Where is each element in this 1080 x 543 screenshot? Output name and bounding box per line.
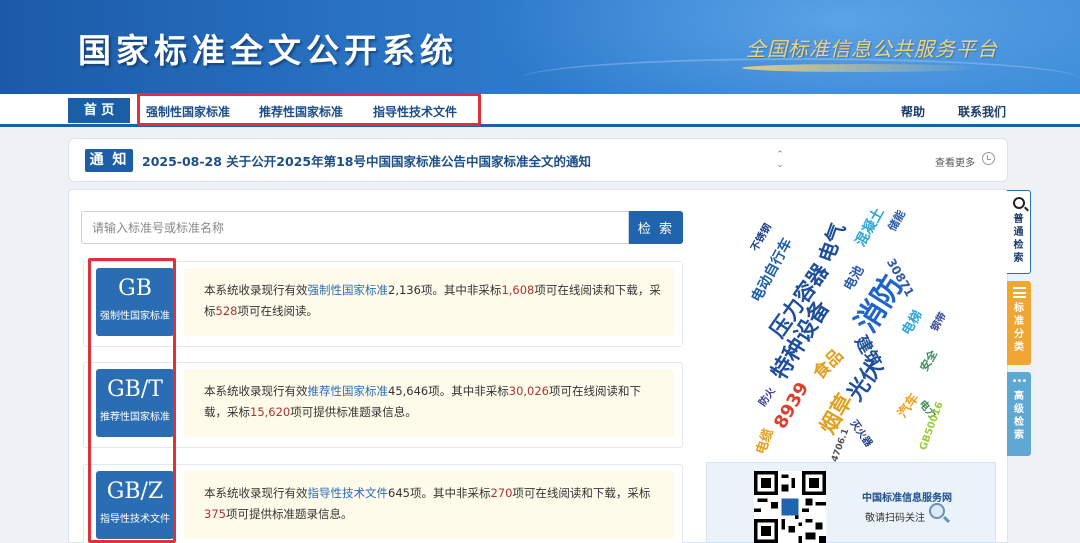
magnifier-icon [929, 503, 945, 519]
nav-contact[interactable]: 联系我们 [958, 103, 1006, 120]
side-tab-label: 标准分类 [1014, 303, 1024, 353]
list-icon [1012, 287, 1026, 298]
badge-highlight-box [88, 258, 176, 543]
search-button[interactable]: 检 索 [629, 211, 683, 244]
keyword-cloud: 不锈钢 电动自行车 电气 混凝土 储能 压力容器 电池 30871 消防 特种设… [720, 196, 1000, 463]
site-title: 国家标准全文公开系统 [78, 31, 458, 70]
keyword[interactable]: 食品 [806, 342, 848, 383]
search-input[interactable] [81, 211, 629, 244]
keyword[interactable]: 安全 [916, 347, 941, 374]
nav-recommended-standards[interactable]: 推荐性国家标准 [259, 103, 343, 120]
nav-help[interactable]: 帮助 [901, 103, 925, 120]
keyword[interactable]: 8939 [770, 379, 813, 433]
keyword[interactable]: 防火 [754, 384, 777, 409]
keyword[interactable]: 储能 [884, 207, 909, 234]
standard-description: 本系统收录现行有效推荐性国家标准45,646项。其中非采标30,026项可在线阅… [184, 369, 674, 437]
nav-mandatory-standards[interactable]: 强制性国家标准 [146, 103, 230, 120]
side-tab-basic-search[interactable]: 普通检索 [1007, 190, 1031, 274]
platform-slogan: 全国标准信息公共服务平台 [746, 37, 998, 61]
keyword[interactable]: 电梯 [896, 306, 926, 338]
keyword[interactable]: 混凝土 [850, 204, 888, 250]
standard-description: 本系统收录现行有效指导性技术文件645项。其中非采标270项可在线阅读和下载，采… [184, 471, 674, 539]
nav-guidance-documents[interactable]: 指导性技术文件 [373, 103, 457, 120]
qr-code-panel: 中国标准信息服务网 敬请扫码关注 [706, 462, 996, 543]
side-tab-classification[interactable]: 标准分类 [1007, 281, 1031, 365]
qr-title: 中国标准信息服务网 [862, 493, 952, 504]
qr-subtitle: 敬请扫码关注 [865, 513, 925, 524]
side-tab-label: 高级检索 [1014, 391, 1024, 441]
notice-bar: 通 知 2025-08-28 关于公开2025年第18号中国国家标准公告中国家标… [68, 138, 1008, 182]
keyword[interactable]: 电气 [810, 218, 851, 266]
notice-headline[interactable]: 2025-08-28 关于公开2025年第18号中国国家标准公告中国家标准全文的… [142, 151, 591, 170]
standard-description: 本系统收录现行有效强制性国家标准2,136项。其中非采标1,608项可在线阅读和… [184, 268, 674, 336]
header-banner: 国家标准全文公开系统 全国标准信息公共服务平台 [0, 0, 1080, 94]
keyword[interactable]: 电缆 [750, 426, 777, 457]
search-icon [1012, 197, 1025, 209]
qr-code-image[interactable] [754, 471, 826, 543]
keyword[interactable]: 灭火器 [848, 416, 877, 449]
side-tab-advanced-search[interactable]: ••• 高级检索 [1007, 372, 1031, 456]
notice-scroll-arrows[interactable]: ⌃ ⌄ [775, 150, 785, 170]
notice-more-link[interactable]: 查看更多 [935, 154, 975, 169]
clock-icon [982, 152, 995, 165]
notice-tag: 通 知 [85, 149, 133, 172]
main-nav: 首 页 强制性国家标准 推荐性国家标准 指导性技术文件 帮助 联系我们 [0, 93, 1080, 127]
more-dots-icon: ••• [1011, 376, 1028, 387]
nav-home[interactable]: 首 页 [68, 98, 130, 123]
keyword[interactable]: 钢带 [926, 309, 949, 334]
side-tab-label: 普通检索 [1013, 214, 1024, 264]
slogan-swoosh [742, 64, 982, 72]
